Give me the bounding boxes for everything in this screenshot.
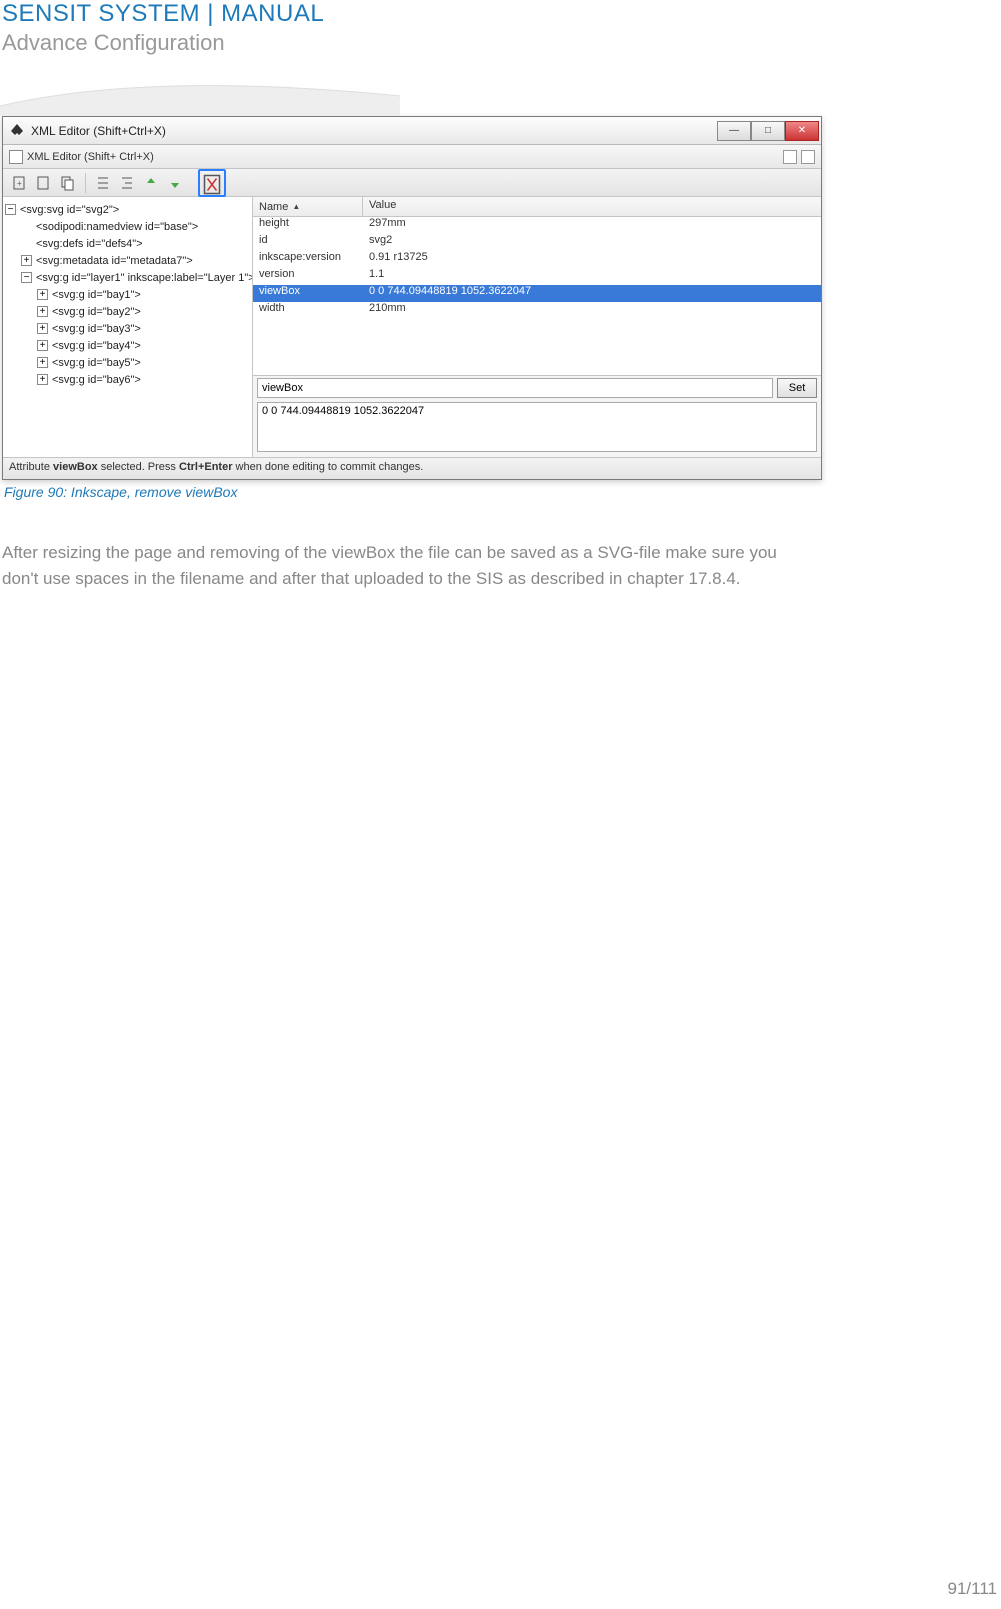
attr-value: 0.91 r13725 [363,251,821,268]
tree-node-label: <svg:svg id="svg2"> [20,204,119,216]
attr-row[interactable]: width210mm [253,302,821,319]
move-up-button[interactable] [140,172,162,194]
attr-name: height [253,217,363,234]
attr-value: 1.1 [363,268,821,285]
attr-value: 0 0 744.09448819 1052.3622047 [363,285,821,302]
tree-row[interactable]: + <svg:g id="bay3"> [5,320,250,337]
attr-row[interactable]: viewBox0 0 744.09448819 1052.3622047 [253,285,821,302]
tree-expander[interactable]: + [37,374,48,385]
svg-text:+: + [17,179,22,188]
page-number: 91/111 [948,1579,997,1599]
tree-expander[interactable]: + [21,255,32,266]
tree-expander[interactable]: + [37,306,48,317]
attr-value-textarea[interactable] [257,402,817,452]
window-titlebar[interactable]: XML Editor (Shift+Ctrl+X) — □ ✕ [3,117,821,145]
tree-row[interactable]: −<svg:svg id="svg2"> [5,201,250,218]
tree-node-label: <sodipodi:namedview id="base"> [36,221,198,233]
duplicate-node-button[interactable] [57,172,79,194]
tree-node-label: <svg:g id="layer1" inkscape:label="Layer… [36,272,253,284]
xml-toolbar: + [3,169,821,197]
tree-expander[interactable]: + [37,340,48,351]
panel-header: XML Editor (Shift+ Ctrl+X) [3,145,821,169]
tree-row[interactable]: + <svg:g id="bay4"> [5,337,250,354]
panel-close-button[interactable] [801,150,815,164]
tree-row[interactable]: −<svg:g id="layer1" inkscape:label="Laye… [5,269,250,286]
col-value-label: Value [363,197,821,216]
status-bar: Attribute viewBox selected. Press Ctrl+E… [3,457,821,479]
indent-node-button[interactable] [92,172,114,194]
attr-name: width [253,302,363,319]
tree-node-label: <svg:g id="bay3"> [52,323,141,335]
tree-node-label: <svg:g id="bay5"> [52,357,141,369]
header-swoosh [0,66,1001,116]
delete-node-button[interactable] [198,169,226,197]
tree-expander[interactable]: + [37,357,48,368]
tree-row[interactable]: + <svg:g id="bay6"> [5,371,250,388]
new-element-node-button[interactable]: + [9,172,31,194]
tree-row[interactable]: + <svg:g id="bay2"> [5,303,250,320]
attr-name: viewBox [253,285,363,302]
tree-node-label: <svg:g id="bay4"> [52,340,141,352]
xml-tree[interactable]: −<svg:svg id="svg2"><sodipodi:namedview … [3,197,253,457]
tree-row[interactable]: + <svg:g id="bay5"> [5,354,250,371]
new-text-node-button[interactable] [33,172,55,194]
attr-row[interactable]: version1.1 [253,268,821,285]
attr-name-input[interactable] [257,378,773,398]
attr-value: 297mm [363,217,821,234]
tree-node-label: <svg:g id="bay1"> [52,289,141,301]
inkscape-icon [9,123,25,139]
move-down-button[interactable] [164,172,186,194]
tree-node-label: <svg:metadata id="metadata7"> [36,255,193,267]
tree-node-label: <svg:defs id="defs4"> [36,238,143,250]
tree-expander[interactable]: + [37,323,48,334]
body-paragraph: After resizing the page and removing of … [2,540,802,591]
tree-expander [21,238,32,249]
attr-header[interactable]: Name ▲ Value [253,197,821,217]
panel-title: XML Editor (Shift+ Ctrl+X) [27,151,154,163]
tree-row[interactable]: <svg:defs id="defs4"> [5,235,250,252]
attr-value: 210mm [363,302,821,319]
tree-row[interactable]: <sodipodi:namedview id="base"> [5,218,250,235]
panel-iconify-button[interactable] [783,150,797,164]
attr-name: version [253,268,363,285]
attr-row[interactable]: idsvg2 [253,234,821,251]
figure-caption: Figure 90: Inkscape, remove viewBox [4,484,822,500]
attr-row[interactable]: inkscape:version0.91 r13725 [253,251,821,268]
tree-node-label: <svg:g id="bay6"> [52,374,141,386]
attr-name: inkscape:version [253,251,363,268]
minimize-button[interactable]: — [717,121,751,141]
window-title: XML Editor (Shift+Ctrl+X) [31,124,717,138]
doc-subtitle: Advance Configuration [2,30,1001,56]
sort-asc-icon: ▲ [292,202,300,211]
set-button[interactable]: Set [777,378,817,398]
panel-icon [9,150,23,164]
attr-value: svg2 [363,234,821,251]
xml-editor-window: XML Editor (Shift+Ctrl+X) — □ ✕ XML Edit… [2,116,822,480]
tree-expander [21,221,32,232]
tree-row[interactable]: + <svg:g id="bay1"> [5,286,250,303]
tree-expander[interactable]: + [37,289,48,300]
tree-row[interactable]: + <svg:metadata id="metadata7"> [5,252,250,269]
tree-expander[interactable]: − [5,204,16,215]
attr-name: id [253,234,363,251]
attr-list[interactable]: height297mmidsvg2inkscape:version0.91 r1… [253,217,821,375]
tree-node-label: <svg:g id="bay2"> [52,306,141,318]
close-button[interactable]: ✕ [785,121,819,141]
unindent-node-button[interactable] [116,172,138,194]
doc-title: SENSIT SYSTEM | MANUAL [2,0,1001,28]
attr-row[interactable]: height297mm [253,217,821,234]
tree-expander[interactable]: − [21,272,32,283]
maximize-button[interactable]: □ [751,121,785,141]
col-name-label: Name [259,201,288,213]
